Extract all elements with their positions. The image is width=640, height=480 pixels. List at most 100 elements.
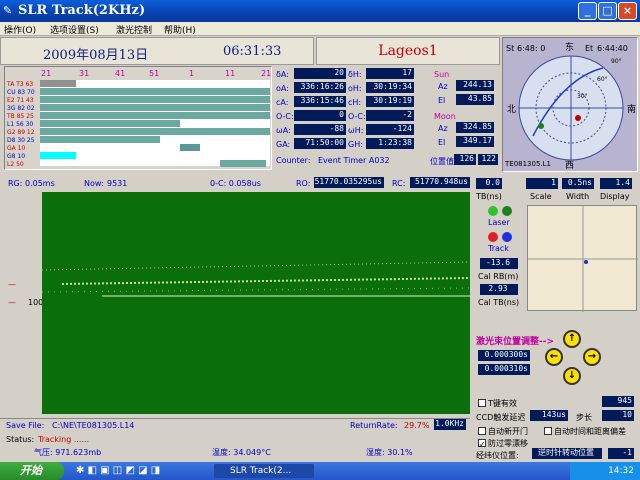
menu-laser[interactable]: 激光控制 (116, 23, 152, 36)
moon-az-label: Az (438, 124, 448, 133)
polar-ring-30: 30° (577, 93, 588, 100)
rc-label: RC: (392, 179, 406, 188)
station-entry: E2 71 43 (7, 97, 34, 104)
scale-value[interactable]: 1 (526, 178, 558, 189)
target-crosshair-view (527, 205, 638, 312)
arrow-up-button[interactable]: ↑ (563, 330, 581, 348)
param-value-da: 20 (294, 68, 346, 79)
moon-title: Moon (434, 112, 456, 121)
param-value-ch: 30:19:19 (366, 96, 414, 107)
moon-el-label: El (438, 138, 446, 147)
track-indicator-1 (488, 232, 498, 242)
beam-value-1[interactable]: 0.000300s (478, 350, 530, 361)
param-label-dh: δH: (348, 70, 362, 79)
param-label-oa: oA: (276, 84, 289, 93)
step-value[interactable]: 10 (602, 410, 634, 421)
date-display: 2009年08月13日 (43, 48, 149, 63)
param-value-oc2: -2 (366, 110, 414, 121)
param-label-da: δA: (276, 70, 289, 79)
sun-title: Sun (434, 70, 450, 79)
moon-el: 349.17 (456, 136, 494, 147)
y-tick-100: 100 (28, 298, 44, 307)
menu-options[interactable]: 选项设置(S) (50, 23, 99, 36)
param-label-ch: cH: (348, 98, 362, 107)
station-entry: TA T3 63 (7, 81, 34, 88)
maximize-button[interactable]: □ (598, 2, 617, 20)
gantt-bar (40, 112, 270, 119)
beam-adjust-label: 激光束位置调整--> (476, 337, 555, 347)
theodolite-pos-label: 经纬仪位置: (476, 451, 519, 460)
param-value-dh: 17 (366, 68, 414, 79)
cal-rb-value[interactable]: -13.6 (480, 258, 518, 269)
station-entry: 3G 82 02 (7, 105, 35, 112)
laser-label: Laser (488, 218, 510, 227)
pass-tick: 21 (41, 69, 52, 78)
arrow-down-button[interactable]: ↓ (563, 367, 581, 385)
gantt-bar (40, 152, 76, 159)
prevent-zero-label: 防过零漂移 (488, 439, 528, 448)
counter-label: Counter: (276, 156, 311, 165)
save-label: Save File: (6, 421, 45, 430)
gantt-bar (40, 96, 270, 103)
rate-value: 1.0KHz (434, 419, 466, 430)
rotate-ccw-button[interactable]: 逆时针转动位置 (532, 448, 602, 459)
position-value-2: 122 (478, 154, 498, 165)
pass-tick: 11 (225, 69, 236, 78)
station-entry: TB 85 25 (7, 113, 34, 120)
gantt-bar (40, 80, 76, 87)
param-value-gh: 1:23:38 (366, 138, 414, 149)
param-value-oc1: 0 (294, 110, 346, 121)
menu-operate[interactable]: 操作(O) (4, 23, 36, 36)
sun-az-label: Az (438, 82, 448, 91)
range-gate: RG: 0.05ms (8, 179, 55, 188)
tb-value[interactable]: 0.0 (476, 178, 502, 189)
auto-open-checkbox[interactable] (478, 426, 486, 435)
valid-checkbox[interactable] (478, 398, 486, 407)
param-value-ca: 336:15:46 (294, 96, 346, 107)
beam-value-2[interactable]: 0.000310s (478, 364, 530, 375)
ro-value: 51770.035295us (314, 177, 384, 188)
theodolite-pos-value[interactable]: -1 (608, 448, 634, 459)
display-value[interactable]: 1.4 (600, 178, 632, 189)
status-value: Tracking ...... (38, 435, 90, 444)
gantt-bar (180, 144, 200, 151)
minimize-button[interactable]: _ (578, 2, 597, 20)
menu-help[interactable]: 帮助(H) (164, 23, 196, 36)
laser-indicator-2 (502, 206, 512, 216)
width-value[interactable]: 0.5ns (562, 178, 594, 189)
prevent-zero-checkbox[interactable]: ✓ (478, 438, 486, 449)
station-entry: G2 89 12 (7, 129, 35, 136)
param-label-wh: ωH: (348, 126, 364, 135)
status-label: Status: (6, 435, 35, 444)
valid-value[interactable]: 945 (602, 396, 634, 407)
arrow-left-button[interactable]: ← (545, 348, 563, 366)
quicklaunch-icons[interactable]: ✱ ◧ ▣ ◫ ◩ ◪ ◨ (76, 465, 160, 476)
polar-footer: TE081305.L1 (505, 160, 551, 168)
arrow-right-button[interactable]: → (583, 348, 601, 366)
crosshair-svg (528, 206, 638, 312)
polar-ring-60: 60° (597, 76, 608, 83)
step-label: 步长 (576, 413, 592, 422)
param-value-oa: 336:16:26 (294, 82, 346, 93)
humidity: 湿度: 30.1% (366, 448, 413, 457)
auto-offset-checkbox[interactable] (544, 426, 552, 435)
position-label: 位置值 (430, 157, 454, 166)
auto-open-label: 自动新开门 (488, 427, 528, 436)
pass-tick: 1 (189, 69, 195, 78)
polar-east: 东 (565, 43, 575, 53)
range-residual-plot[interactable] (41, 192, 471, 414)
position-value-1: 126 (454, 154, 476, 165)
polar-st-label: St (506, 44, 515, 53)
taskbar-app-button[interactable]: SLR Track(2... (214, 464, 314, 478)
close-button[interactable]: × (618, 2, 637, 20)
ccd-value[interactable]: 143us (530, 410, 568, 421)
tb-label: TB(ns) (476, 192, 502, 201)
start-button[interactable]: 开始 (0, 462, 64, 480)
param-label-gh: GH: (348, 140, 363, 149)
pass-tick: 41 (115, 69, 126, 78)
polar-west: 西 (565, 161, 575, 171)
station-entry: L1 56 30 (7, 121, 34, 128)
cal-tb-value[interactable]: 2.93 (480, 284, 518, 295)
track-indicator-2 (502, 232, 512, 242)
param-label-oc2: O-C: (348, 112, 366, 121)
